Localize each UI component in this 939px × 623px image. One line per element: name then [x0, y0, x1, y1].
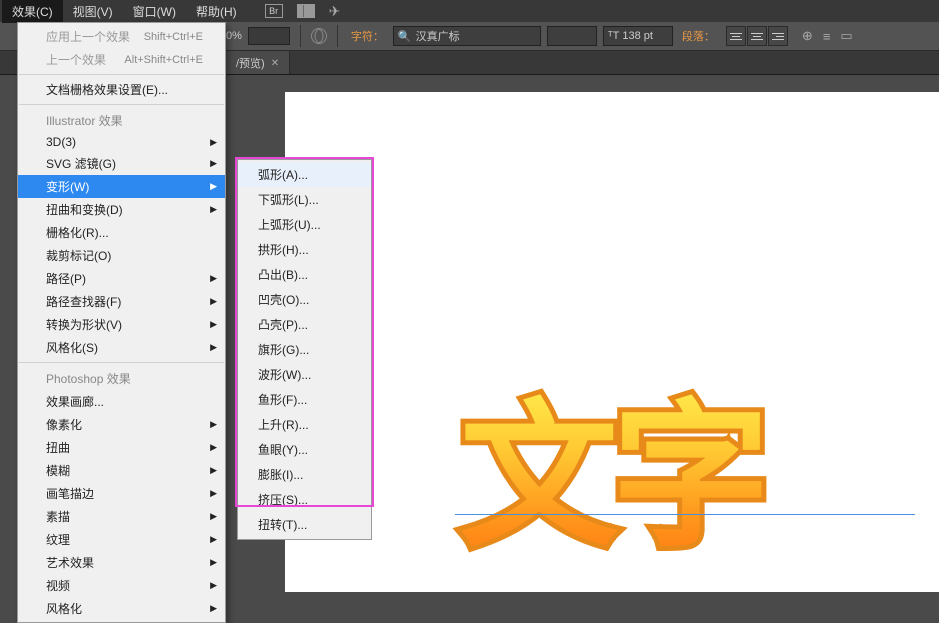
effect-stylize-ai[interactable]: 风格化(S)▶ — [18, 336, 225, 359]
menu-separator — [19, 74, 224, 75]
align-center-button[interactable] — [747, 26, 767, 46]
warp-fisheye[interactable]: 鱼眼(Y)... — [238, 437, 371, 462]
arrange-docs-icon[interactable] — [297, 4, 315, 18]
effect-distort-ps[interactable]: 扭曲▶ — [18, 436, 225, 459]
menu-view[interactable]: 视图(V) — [63, 0, 123, 23]
effect-sketch[interactable]: 素描▶ — [18, 505, 225, 528]
tab-title-fragment: /预览) — [236, 55, 265, 71]
effect-pathfinder[interactable]: 路径查找器(F)▶ — [18, 290, 225, 313]
zoom-value: 0% — [226, 30, 242, 42]
illustrator-effects-header: Illustrator 效果 — [18, 108, 225, 132]
warp-inflate[interactable]: 膨胀(I)... — [238, 462, 371, 487]
align-panel-icon[interactable]: ≡ — [823, 29, 831, 44]
transform-icon[interactable]: ▭ — [840, 28, 852, 44]
menubar-icons: Br ✈ — [265, 3, 341, 20]
warp-flag[interactable]: 旗形(G)... — [238, 337, 371, 362]
globe-icon[interactable] — [311, 28, 327, 44]
warp-arc[interactable]: 弧形(A)... — [238, 162, 371, 187]
text-fill: 文字 — [460, 389, 764, 565]
warp-submenu: 弧形(A)... 下弧形(L)... 上弧形(U)... 拱形(H)... 凸出… — [237, 159, 372, 540]
font-size-value: 138 pt — [622, 30, 653, 42]
effect-distort-transform[interactable]: 扭曲和变换(D)▶ — [18, 198, 225, 221]
separator — [337, 25, 338, 47]
effect-brush-strokes[interactable]: 画笔描边▶ — [18, 482, 225, 505]
effect-crop-marks[interactable]: 裁剪标记(O) — [18, 244, 225, 267]
separator — [300, 25, 301, 47]
align-right-button[interactable] — [768, 26, 788, 46]
effect-convert-shape[interactable]: 转换为形状(V)▶ — [18, 313, 225, 336]
document-tab[interactable]: /预览) ✕ — [226, 51, 290, 74]
warp-icon[interactable]: ⊕ — [802, 28, 813, 44]
warp-arc-upper[interactable]: 上弧形(U)... — [238, 212, 371, 237]
type-size-icon: ᵀT — [608, 30, 619, 42]
warp-fish[interactable]: 鱼形(F)... — [238, 387, 371, 412]
bridge-icon[interactable]: Br — [265, 4, 283, 18]
search-icon: 🔍 — [398, 30, 412, 43]
warp-wave[interactable]: 波形(W)... — [238, 362, 371, 387]
warp-squeeze[interactable]: 挤压(S)... — [238, 487, 371, 512]
effect-3d[interactable]: 3D(3)▶ — [18, 132, 225, 152]
effect-texture[interactable]: 纹理▶ — [18, 528, 225, 551]
effect-artistic[interactable]: 艺术效果▶ — [18, 551, 225, 574]
warp-arc-lower[interactable]: 下弧形(L)... — [238, 187, 371, 212]
effects-menu-dropdown: 应用上一个效果Shift+Ctrl+E 上一个效果Alt+Shift+Ctrl+… — [17, 22, 226, 623]
text-artwork[interactable]: 文字 文字 — [460, 398, 764, 556]
text-baseline-indicator — [455, 514, 915, 515]
doc-raster-settings[interactable]: 文档栅格效果设置(E)... — [18, 78, 225, 101]
last-effect: 上一个效果Alt+Shift+Ctrl+E — [18, 48, 225, 71]
effect-pixelate[interactable]: 像素化▶ — [18, 413, 225, 436]
effect-gallery[interactable]: 效果画廊... — [18, 390, 225, 413]
effect-rasterize[interactable]: 栅格化(R)... — [18, 221, 225, 244]
menu-separator — [19, 362, 224, 363]
paragraph-align-group — [726, 26, 788, 46]
gpu-preview-icon[interactable]: ✈ — [329, 3, 341, 20]
menu-effects[interactable]: 效果(C) — [2, 0, 63, 23]
zoom-dropdown[interactable] — [248, 27, 290, 45]
close-icon[interactable]: ✕ — [271, 58, 279, 69]
warp-twist[interactable]: 扭转(T)... — [238, 512, 371, 537]
menu-bar: 效果(C) 视图(V) 窗口(W) 帮助(H) Br ✈ — [0, 0, 939, 22]
effect-warp[interactable]: 变形(W)▶ — [18, 175, 225, 198]
effect-blur[interactable]: 模糊▶ — [18, 459, 225, 482]
warp-rise[interactable]: 上升(R)... — [238, 412, 371, 437]
photoshop-effects-header: Photoshop 效果 — [18, 366, 225, 390]
options-more-icons: ⊕ ≡ ▭ — [802, 28, 853, 44]
effect-stylize-ps[interactable]: 风格化▶ — [18, 597, 225, 620]
character-label: 字符： — [351, 28, 384, 44]
effect-svg-filters[interactable]: SVG 滤镜(G)▶ — [18, 152, 225, 175]
effect-video[interactable]: 视频▶ — [18, 574, 225, 597]
font-name-value: 汉真广标 — [416, 28, 460, 44]
artboard[interactable]: 文字 文字 — [285, 92, 939, 592]
warp-arch[interactable]: 拱形(H)... — [238, 237, 371, 262]
menu-window[interactable]: 窗口(W) — [123, 0, 186, 23]
effect-path[interactable]: 路径(P)▶ — [18, 267, 225, 290]
menu-help[interactable]: 帮助(H) — [186, 0, 247, 23]
paragraph-label: 段落： — [682, 28, 715, 44]
apply-last-effect: 应用上一个效果Shift+Ctrl+E — [18, 25, 225, 48]
menu-separator — [19, 104, 224, 105]
canvas-area: 文字 文字 — [285, 92, 939, 557]
warp-shell-lower[interactable]: 凹壳(O)... — [238, 287, 371, 312]
font-style-dropdown[interactable] — [547, 26, 597, 46]
font-size-field[interactable]: ᵀT 138 pt — [603, 26, 673, 46]
warp-bulge[interactable]: 凸出(B)... — [238, 262, 371, 287]
warp-shell-upper[interactable]: 凸壳(P)... — [238, 312, 371, 337]
font-family-field[interactable]: 🔍 汉真广标 — [393, 26, 541, 46]
align-left-button[interactable] — [726, 26, 746, 46]
